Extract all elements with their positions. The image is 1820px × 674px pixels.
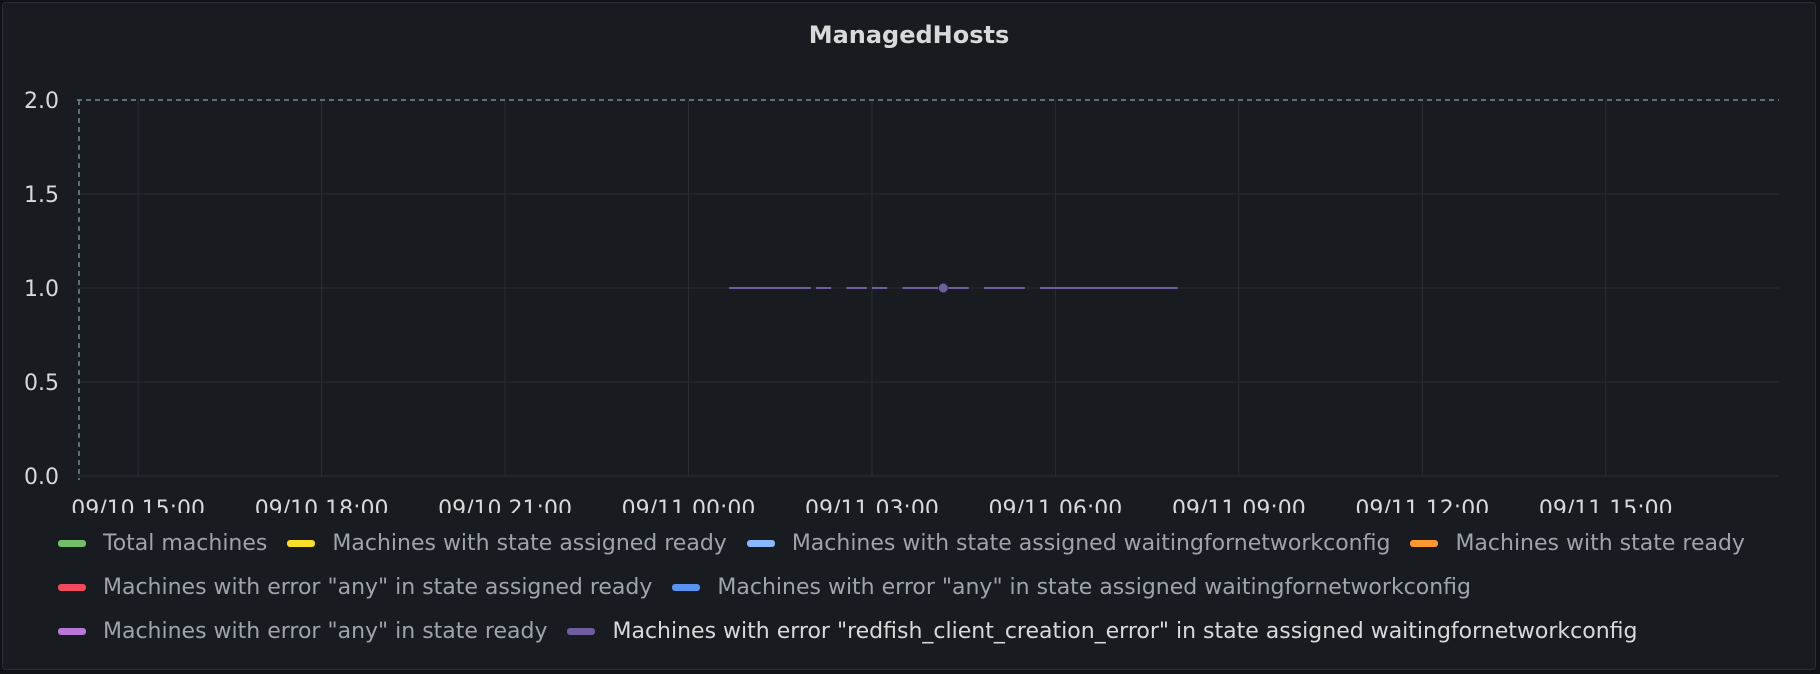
x-tick-label: 09/11 15:00 <box>1539 497 1673 513</box>
legend-label: Machines with state ready <box>1455 530 1745 556</box>
y-tick-label: 2.0 <box>24 89 59 114</box>
legend-label: Machines with error "redfish_client_crea… <box>612 618 1638 644</box>
chart-legend: Total machines Machines with state assign… <box>58 521 1795 653</box>
y-tick-label: 1.0 <box>24 277 59 302</box>
legend-swatch <box>1410 539 1439 547</box>
legend-item[interactable]: Machines with error "any" in state ready <box>58 609 547 653</box>
legend-swatch <box>672 583 701 591</box>
y-tick-label: 0.0 <box>24 465 59 490</box>
y-tick-label: 1.5 <box>24 183 59 208</box>
chart-panel: ManagedHosts 0.0 0.5 1.0 1.5 2.0 09/10 15:00… <box>2 2 1816 670</box>
x-tick-label: 09/11 06:00 <box>988 497 1122 513</box>
legend-item[interactable]: Machines with error "redfish_client_crea… <box>567 609 1637 653</box>
data-point[interactable] <box>938 283 948 293</box>
legend-label: Machines with state assigned waitingforn… <box>791 530 1391 556</box>
x-tick-label: 09/11 03:00 <box>805 497 939 513</box>
legend-swatch <box>567 627 596 635</box>
chart-plot: 0.0 0.5 1.0 1.5 2.0 09/10 15:00 09/10 18:00 09… <box>24 89 1779 513</box>
legend-item[interactable]: Total machines <box>58 521 267 565</box>
x-tick-label: 09/11 00:00 <box>622 497 756 513</box>
legend-item[interactable]: Machines with state assigned waitingforn… <box>746 521 1391 565</box>
legend-item[interactable]: Machines with error "any" in state assig… <box>58 565 652 609</box>
legend-label: Machines with error "any" in state assig… <box>717 574 1472 600</box>
x-tick-label: 09/10 18:00 <box>255 497 389 513</box>
legend-label: Machines with state assigned ready <box>332 530 727 556</box>
legend-label: Machines with error "any" in state ready <box>103 618 548 644</box>
x-tick-label: 09/11 12:00 <box>1355 497 1489 513</box>
legend-item[interactable]: Machines with state assigned ready <box>287 521 727 565</box>
legend-swatch <box>287 539 316 547</box>
legend-item[interactable]: Machines with error "any" in state assig… <box>672 565 1471 609</box>
legend-item[interactable]: Machines with state ready <box>1410 521 1745 565</box>
legend-swatch <box>746 539 775 547</box>
legend-label: Total machines <box>103 530 268 556</box>
legend-swatch <box>58 539 86 547</box>
x-tick-label: 09/11 09:00 <box>1172 497 1306 513</box>
legend-label: Machines with error "any" in state assig… <box>103 574 653 600</box>
legend-swatch <box>58 583 86 591</box>
x-tick-label: 09/10 15:00 <box>71 497 205 513</box>
legend-swatch <box>58 627 86 635</box>
x-tick-label: 09/10 21:00 <box>438 497 572 513</box>
y-tick-label: 0.5 <box>24 371 59 396</box>
